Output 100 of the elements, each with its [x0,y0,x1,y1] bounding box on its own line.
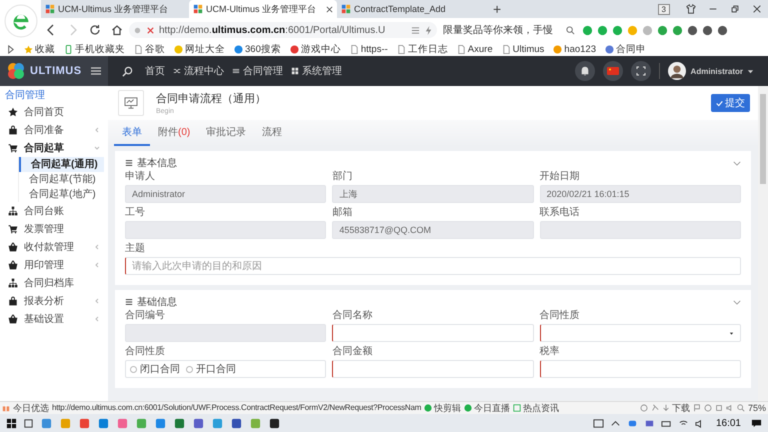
reload-icon[interactable] [89,24,101,36]
caret-icon[interactable] [747,68,754,74]
sidebar-item[interactable]: 合同起草 [0,139,108,157]
flag-icon[interactable] [692,404,701,412]
input-field[interactable] [332,360,534,378]
sidebar-item[interactable]: 用印管理 [0,256,108,274]
collapse-icon[interactable] [733,300,741,304]
nav-link[interactable]: 系统管理 [291,64,342,78]
taskbar-app-icon[interactable] [231,418,242,428]
download-button[interactable]: 下载 [662,402,690,414]
bookmark-item[interactable]: 合同申 [605,42,646,56]
bookmark-item[interactable]: 工作日志 [396,42,448,56]
sidebar-item[interactable]: 收付款管理 [0,238,108,256]
bookmark-item[interactable]: 游戏中心 [290,42,341,56]
task-view-icon[interactable] [23,418,34,428]
form-tab[interactable]: 流程 [254,120,290,146]
form-tab[interactable]: 附件(0) [150,120,198,146]
shirt-icon[interactable] [686,4,696,14]
sidebar-toggle-icon[interactable] [6,44,15,54]
extension-icon[interactable] [702,24,713,36]
bookmark-item[interactable]: Ultimus [502,44,544,54]
bookmark-item[interactable]: 谷歌 [134,42,165,56]
monitor-icon [124,97,138,109]
form-tab[interactable]: 审批记录 [198,120,254,146]
bookmark-item[interactable]: hao123 [553,44,596,54]
card-title: 基本信息 [137,156,177,170]
address-field[interactable]: http://demo.ultimus.com.cn:6001/Portal/Ultimus.U [129,22,437,38]
extension-icon[interactable] [657,24,668,36]
close-tab-icon[interactable] [326,6,333,12]
input-field[interactable] [540,360,741,378]
notification-icon[interactable] [751,418,762,428]
scrollbar[interactable] [758,86,768,401]
status-item[interactable]: 热点资讯 [513,402,560,414]
sidebar-item[interactable]: 报表分析 [0,292,108,310]
sidebar-subitem[interactable]: 合同起草(地产) [19,187,104,202]
keyboard-icon[interactable] [592,418,604,428]
bookmark-item[interactable]: Axure [456,44,493,54]
browser-logo-icon[interactable] [4,4,38,38]
readonly-field: 上海 [332,185,534,203]
browser-tab[interactable]: UCM-Ultimus 业务管理平台 [189,0,337,18]
radio-option[interactable]: 闭口合同 [130,362,180,376]
input-field[interactable] [332,324,534,342]
search-field[interactable]: 限量奖品等你来领，手慢 [439,22,579,38]
nav-link[interactable]: 首页 [145,64,165,78]
bookmark-item[interactable]: 网址大全 [174,42,225,56]
user-menu[interactable]: Administrator [690,66,743,76]
avatar-icon[interactable] [668,62,686,80]
nav-link[interactable]: 流程中心 [173,64,224,78]
history-icon[interactable] [640,404,648,412]
field-label: 合同性质 [540,310,581,322]
search-icon[interactable] [566,26,575,34]
sidebar-item[interactable]: 合同准备 [0,121,108,139]
restore-icon[interactable] [730,4,740,14]
bookmark-item[interactable]: 收藏 [24,42,55,56]
taskbar-app-icon[interactable] [269,418,280,428]
sidebar-item[interactable]: 发票管理 [0,220,108,238]
field-label: 税率 [540,346,561,358]
radio-option[interactable]: 开口合同 [186,362,236,376]
bookmark-item[interactable]: https-- [350,44,388,54]
extension-icon[interactable] [717,24,728,36]
zoom-icon[interactable] [736,404,745,412]
sidebar-item[interactable]: 基础设置 [0,310,108,328]
sidebar-item[interactable]: 合同首页 [0,103,108,121]
flag-icon[interactable] [602,61,623,81]
grid-icon[interactable] [411,26,420,34]
menu-icon[interactable] [90,65,102,77]
search-icon[interactable] [122,66,133,76]
extension-icon[interactable] [672,24,683,36]
browser-tab[interactable]: ContractTemplate_Add [337,0,485,18]
submit-button[interactable]: 提交 [711,94,750,112]
clock[interactable]: 16:01 [716,418,741,428]
select-field[interactable] [540,324,741,342]
status-label[interactable]: 今日优选 [13,402,49,414]
window-icon[interactable] [714,404,723,412]
sidebar-item[interactable]: 合同台账 [0,202,108,220]
input-field[interactable]: 请输入此次申请的目的和原因 [125,257,741,275]
windows-start-icon[interactable] [6,418,17,428]
zoom-level[interactable]: 75% [748,402,766,414]
bolt-icon[interactable] [424,26,433,34]
collapse-icon[interactable] [733,160,741,166]
close-icon[interactable] [752,4,762,14]
sidebar-item[interactable]: 合同归档库 [0,274,108,292]
status-item[interactable]: 快剪辑 [424,402,462,414]
form-tab[interactable]: 表单 [114,120,150,146]
tab-count-badge[interactable]: 3 [658,4,670,14]
status-item[interactable]: 今日直播 [464,402,510,414]
browser-tab[interactable]: UCM-Ultimus 业务管理平台 [41,0,189,18]
new-tab-button[interactable]: + [485,0,510,18]
fullscreen-icon[interactable] [630,61,651,81]
sidebar-subitem[interactable]: 合同起草(通用) [19,157,104,172]
extension-icon[interactable] [687,24,698,36]
field-label: 合同编号 [125,310,166,322]
sidebar-subitem[interactable]: 合同起草(节能) [19,172,104,187]
bell-icon[interactable] [574,61,595,81]
field-label: 联系电话 [540,207,581,219]
nav-link[interactable]: 合同管理 [232,64,283,78]
bookmark-item[interactable]: 360搜索 [234,42,281,56]
browser-icon[interactable] [704,404,712,412]
bookmark-item[interactable]: 手机收藏夹 [64,42,125,56]
home-icon[interactable] [111,24,123,36]
